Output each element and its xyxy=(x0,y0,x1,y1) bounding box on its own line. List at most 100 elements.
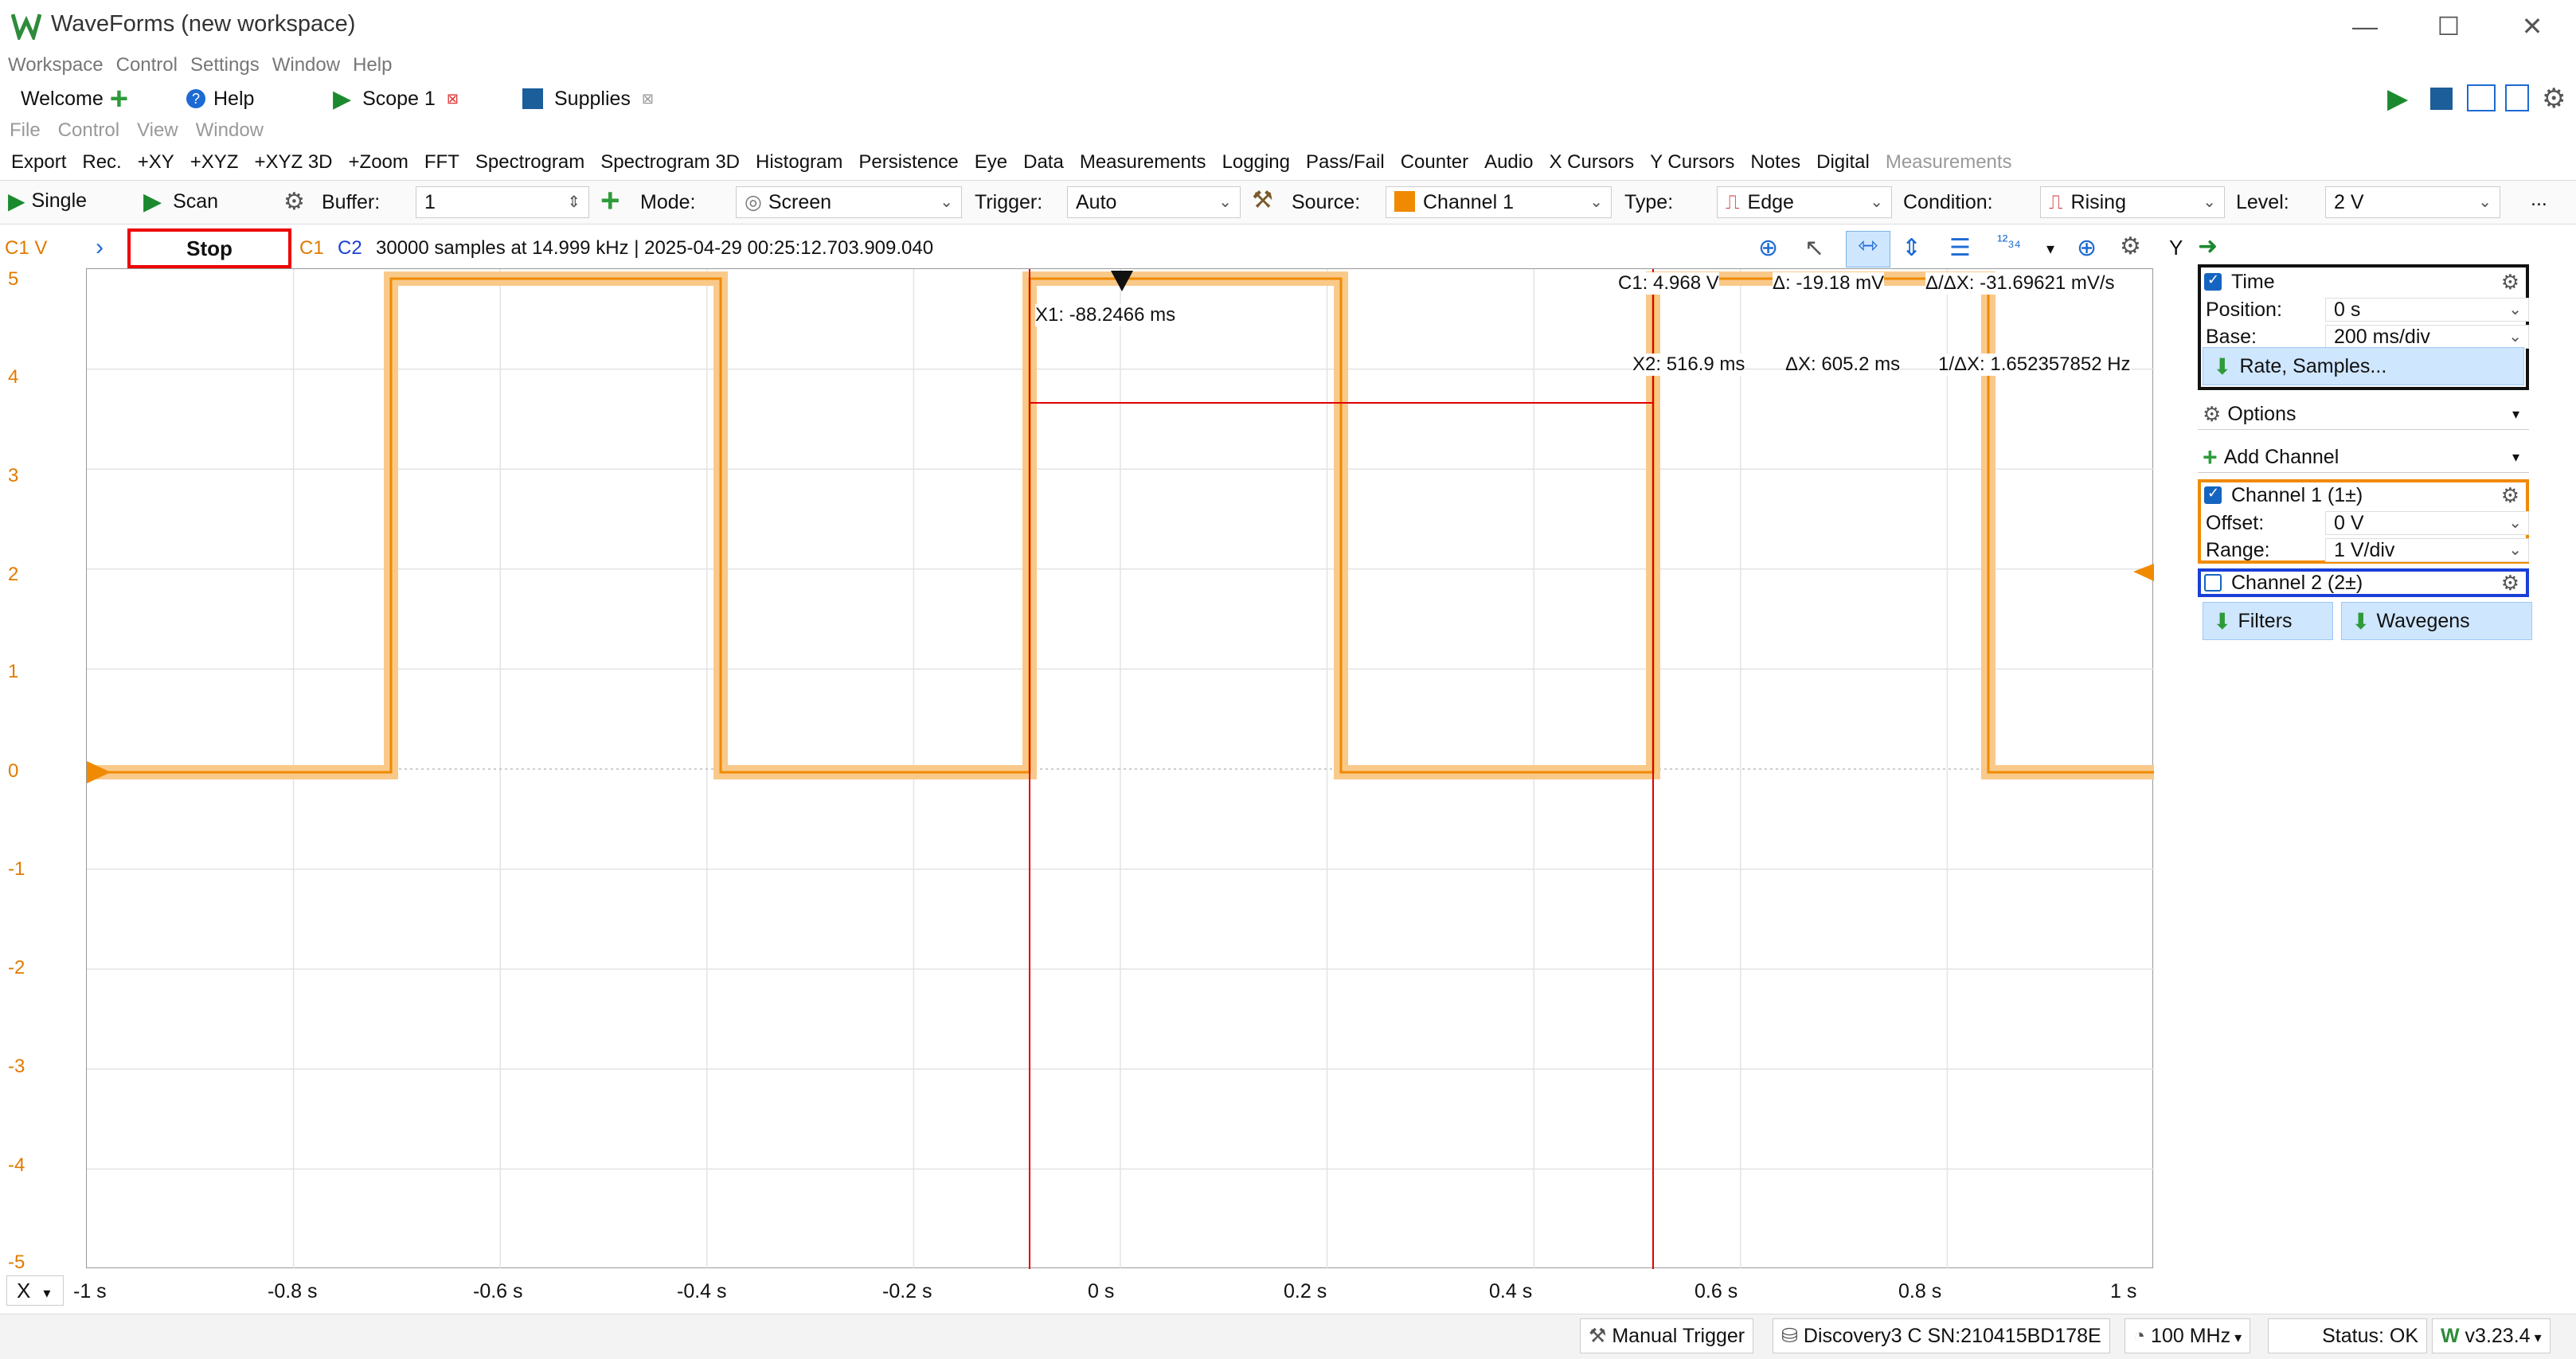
toolbar-notes[interactable]: Notes xyxy=(1750,151,1800,174)
y-axis-toggle[interactable]: Y xyxy=(2169,236,2183,260)
minimize-button[interactable]: — xyxy=(2337,8,2393,45)
offset-input[interactable]: 0 V ⌄ xyxy=(2325,511,2529,535)
mode-select[interactable]: ◎ Screen ⌄ xyxy=(736,186,962,218)
toolbar-fft[interactable]: FFT xyxy=(424,151,459,174)
toolbar-measurements[interactable]: Measurements xyxy=(1080,151,1206,174)
force-trigger-icon[interactable]: ⚒ xyxy=(1252,186,1273,214)
expand-icon[interactable]: › xyxy=(96,234,104,261)
green-arrow-right-icon[interactable]: ➜ xyxy=(2198,232,2218,260)
manual-trigger-button[interactable]: ⚒ Manual Trigger xyxy=(1580,1318,1754,1353)
time-settings-icon[interactable]: ⚙ xyxy=(2501,270,2519,295)
toolbar-persistence[interactable]: Persistence xyxy=(858,151,958,174)
add-channel-button[interactable]: + Add Channel ▾ xyxy=(2198,443,2529,473)
toolbar-counter[interactable]: Counter xyxy=(1401,151,1468,174)
clock-frequency-select[interactable]: ◔ 100 MHz ▾ xyxy=(2125,1318,2251,1353)
toolbar-xyz3d[interactable]: +XYZ 3D xyxy=(254,151,332,174)
menu-help[interactable]: Help xyxy=(353,54,392,76)
close-tab-icon[interactable]: ⊠ xyxy=(447,91,459,107)
close-button[interactable]: ✕ xyxy=(2504,8,2560,45)
oscilloscope-plot[interactable] xyxy=(86,268,2154,1269)
condition-select[interactable]: ⎍ Rising ⌄ xyxy=(2040,186,2225,218)
tab-help[interactable]: ? Help xyxy=(186,81,254,116)
horizontal-zoom-icon[interactable]: ⇿ xyxy=(1846,231,1890,268)
x-tick: -0.6 s xyxy=(473,1280,523,1302)
submenu-view[interactable]: View xyxy=(137,119,178,142)
channel2-checkbox[interactable] xyxy=(2204,574,2222,592)
tab-supplies[interactable]: Supplies ⊠ xyxy=(522,81,654,116)
toolbar-ycursors[interactable]: Y Cursors xyxy=(1650,151,1734,174)
run-all-button[interactable]: ▶ xyxy=(2387,83,2408,115)
spin-icon[interactable]: ⇕ xyxy=(567,187,580,217)
vertical-zoom-icon[interactable]: ⇕ xyxy=(1902,234,1921,262)
toolbar-xcursors[interactable]: X Cursors xyxy=(1549,151,1634,174)
scan-button[interactable]: ▶ Scan xyxy=(143,188,218,216)
toolbar-digital[interactable]: Digital xyxy=(1816,151,1870,174)
add-icon[interactable]: + xyxy=(110,81,128,117)
type-select[interactable]: ⎍ Edge ⌄ xyxy=(1717,186,1892,218)
select-arrow-icon[interactable]: ↖ xyxy=(1804,234,1824,262)
submenu-file[interactable]: File xyxy=(10,119,41,142)
filters-button[interactable]: ⬇ Filters xyxy=(2203,602,2333,640)
menu-control[interactable]: Control xyxy=(116,54,178,76)
channel2-settings-icon[interactable]: ⚙ xyxy=(2501,571,2519,596)
settings-gear-icon[interactable]: ⚙ xyxy=(2542,83,2566,115)
align-icon[interactable]: ☰ xyxy=(1949,234,1971,262)
toolbar-passfail[interactable]: Pass/Fail xyxy=(1306,151,1385,174)
acquisition-settings-icon[interactable]: ⚙ xyxy=(283,188,305,216)
zoom-in-icon[interactable]: ⊕ xyxy=(1758,234,1778,262)
channel1-indicator[interactable]: C1 xyxy=(299,237,324,260)
position-input[interactable]: 0 s ⌄ xyxy=(2325,298,2529,322)
cursor-x1-label[interactable]: X1: -88.2466 ms xyxy=(1035,304,1176,326)
plot-settings-gear-icon[interactable]: ⚙ xyxy=(2120,232,2141,260)
more-menu[interactable]: ... xyxy=(2531,188,2547,211)
toolbar-audio[interactable]: Audio xyxy=(1484,151,1533,174)
rate-samples-button[interactable]: ⬇ Rate, Samples... xyxy=(2203,347,2524,385)
toolbar-zoom[interactable]: +Zoom xyxy=(349,151,408,174)
trigger-select[interactable]: Auto ⌄ xyxy=(1067,186,1241,218)
tab-scope-1[interactable]: ▶ Scope 1 ⊠ xyxy=(333,81,459,116)
close-tab-icon[interactable]: ⊠ xyxy=(642,91,654,107)
cursor-x2-label[interactable]: X2: 516.9 ms xyxy=(1632,353,1745,376)
chevron-down-icon[interactable]: ▾ xyxy=(2046,239,2054,259)
submenu-control[interactable]: Control xyxy=(58,119,119,142)
base-input[interactable]: 200 ms/div ⌄ xyxy=(2325,325,2529,349)
toolbar-logging[interactable]: Logging xyxy=(1222,151,1290,174)
cursor-number-icon[interactable]: ¹²₃₄ xyxy=(1997,232,2021,251)
channel1-checkbox[interactable] xyxy=(2204,485,2222,504)
window-cascade-icon[interactable] xyxy=(2467,84,2496,111)
menu-workspace[interactable]: Workspace xyxy=(8,54,104,76)
toolbar-rec[interactable]: Rec. xyxy=(82,151,121,174)
toolbar-spectrogram[interactable]: Spectrogram xyxy=(475,151,584,174)
toolbar-xyz[interactable]: +XYZ xyxy=(190,151,239,174)
waveform-graph[interactable] xyxy=(87,269,2154,1269)
wavegens-button[interactable]: ⬇ Wavegens xyxy=(2341,602,2532,640)
channel1-settings-icon[interactable]: ⚙ xyxy=(2501,483,2519,508)
device-selector[interactable]: ⛁ Discovery3 C SN:210415BD178E xyxy=(1773,1318,2110,1353)
toolbar-eye[interactable]: Eye xyxy=(975,151,1007,174)
stop-button[interactable]: Stop xyxy=(127,228,291,268)
stop-all-button[interactable] xyxy=(2430,88,2453,110)
toolbar-data[interactable]: Data xyxy=(1023,151,1064,174)
buffer-input[interactable]: 1 ⇕ xyxy=(416,186,589,218)
toolbar-spectrogram3d[interactable]: Spectrogram 3D xyxy=(600,151,740,174)
range-input[interactable]: 1 V/div ⌄ xyxy=(2325,538,2529,562)
options-section[interactable]: ⚙ Options ▾ xyxy=(2198,400,2529,430)
maximize-button[interactable]: ☐ xyxy=(2421,8,2476,45)
time-checkbox[interactable] xyxy=(2204,271,2222,291)
toolbar-export[interactable]: Export xyxy=(11,151,66,174)
menu-window[interactable]: Window xyxy=(272,54,340,76)
source-select[interactable]: Channel 1 ⌄ xyxy=(1386,186,1612,218)
toolbar-histogram[interactable]: Histogram xyxy=(756,151,842,174)
channel2-indicator[interactable]: C2 xyxy=(338,237,362,260)
level-select[interactable]: 2 V ⌄ xyxy=(2325,186,2500,218)
magnifier-icon[interactable]: ⊕ xyxy=(2077,234,2097,262)
x-axis-select[interactable]: X ▾ xyxy=(6,1275,64,1306)
submenu-window[interactable]: Window xyxy=(196,119,264,142)
single-button[interactable]: ▶ Single xyxy=(8,188,87,214)
menu-settings[interactable]: Settings xyxy=(190,54,260,76)
toolbar-xy[interactable]: +XY xyxy=(138,151,174,174)
tab-welcome[interactable]: Welcome + xyxy=(21,81,128,116)
version-info[interactable]: W v3.23.4 ▾ xyxy=(2432,1318,2551,1353)
window-tile-icon[interactable] xyxy=(2505,84,2529,111)
add-buffer-icon[interactable]: + xyxy=(600,182,620,220)
